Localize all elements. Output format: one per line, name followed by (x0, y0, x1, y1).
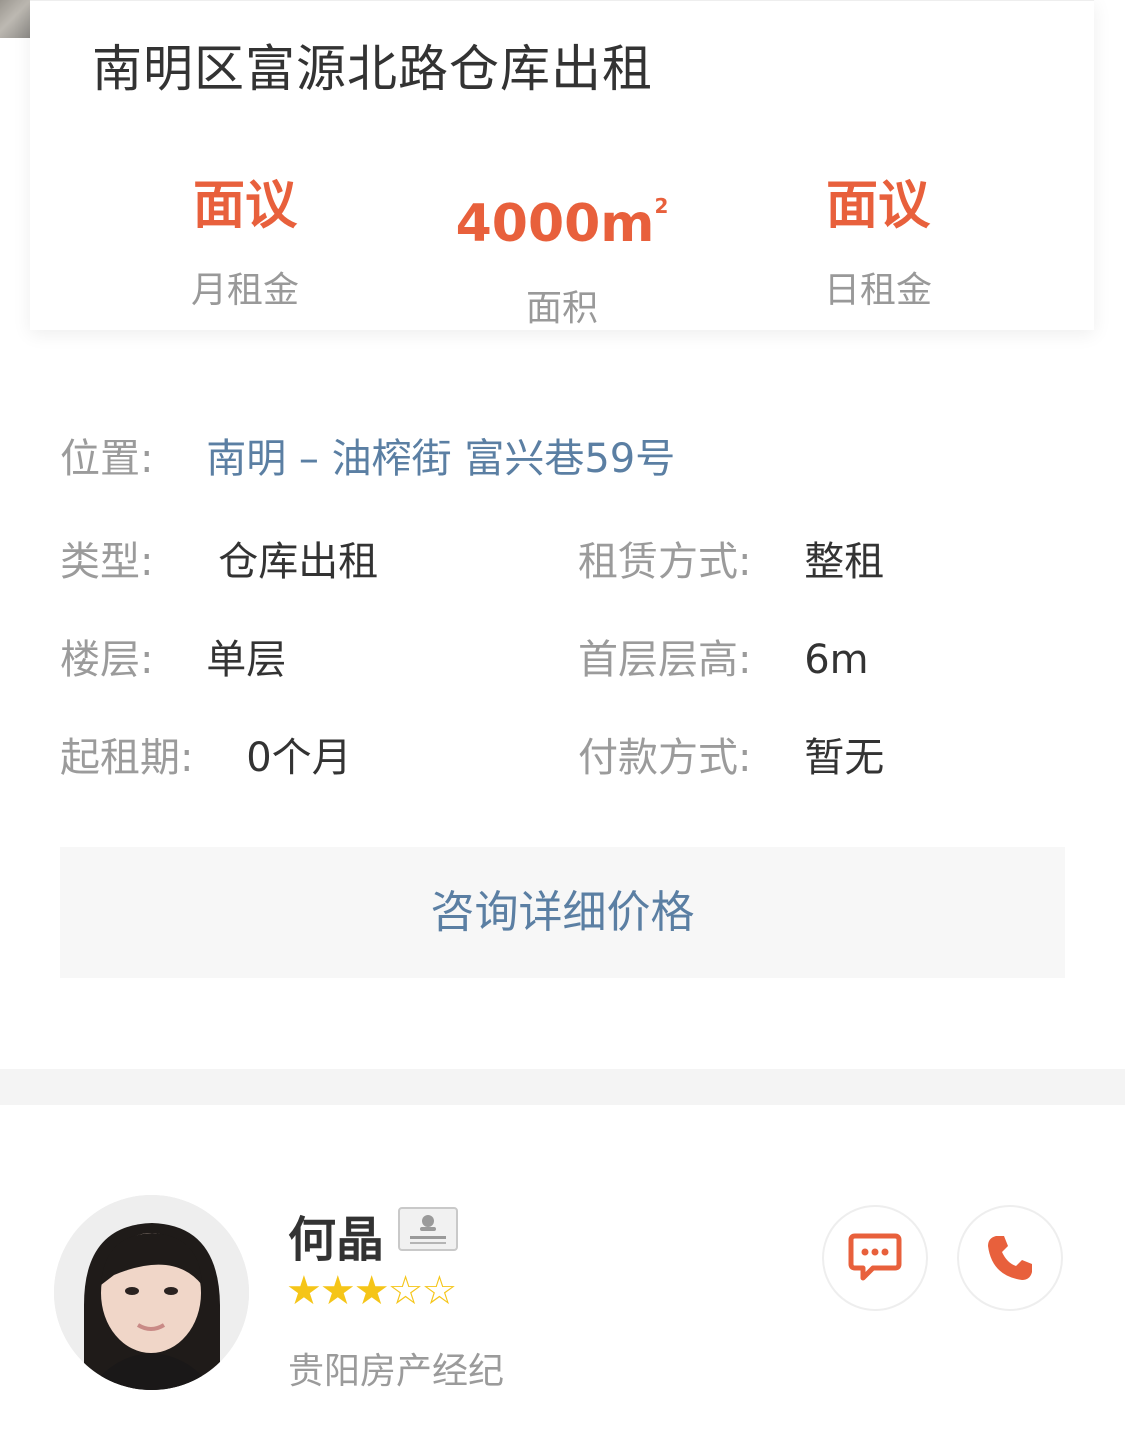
lease-value: 整租 (804, 539, 885, 585)
chat-button[interactable] (822, 1205, 928, 1311)
area-superscript: 2 (654, 194, 669, 218)
payment-value: 暂无 (804, 735, 885, 781)
min-period-row: 起租期: 0个月 (60, 733, 352, 783)
call-button[interactable] (957, 1205, 1063, 1311)
star-empty-icon: ☆ (421, 1268, 457, 1314)
floor-value: 单层 (206, 637, 287, 683)
height-label: 首层层高: (578, 637, 752, 683)
star-filled-icon: ★ (286, 1268, 322, 1314)
stat-daily-rent: 面议 日租金 (713, 171, 1043, 313)
daily-rent-label: 日租金 (823, 270, 932, 311)
lease-label: 租赁方式: (578, 539, 752, 585)
id-card-icon (398, 1207, 458, 1251)
star-empty-icon: ☆ (387, 1268, 424, 1314)
avatar-portrait (54, 1195, 249, 1390)
height-row: 首层层高: 6m (578, 635, 869, 685)
floor-row: 楼层: 单层 (60, 635, 286, 685)
listing-title: 南明区富源北路仓库出租 (92, 40, 653, 98)
agent-title: 贵阳房产经纪 (288, 1351, 505, 1392)
lease-row: 租赁方式: 整租 (578, 537, 884, 587)
agent-avatar[interactable] (54, 1195, 249, 1390)
phone-icon (988, 1236, 1032, 1280)
stat-monthly-rent: 面议 月租金 (80, 171, 410, 313)
location-link[interactable]: 南明 – 油榨街 富兴巷59号 (206, 436, 675, 482)
star-filled-icon: ★ (353, 1268, 390, 1314)
monthly-rent-value: 面议 (192, 176, 297, 236)
daily-rent-value: 面议 (825, 176, 930, 236)
consult-price-button[interactable]: 咨询详细价格 (60, 847, 1065, 978)
section-divider (0, 1069, 1125, 1105)
area-value: 4000m2 (397, 171, 727, 259)
floor-label: 楼层: (60, 637, 154, 683)
area-label: 面积 (525, 288, 598, 329)
payment-row: 付款方式: 暂无 (578, 733, 884, 783)
type-row: 类型: 仓库出租 (60, 537, 378, 587)
height-value: 6m (804, 637, 869, 683)
stat-area: 4000m2 面积 (397, 171, 727, 331)
location-label: 位置: (60, 436, 154, 482)
area-number: 4000m (455, 194, 655, 254)
chat-icon (848, 1233, 902, 1281)
monthly-rent-label: 月租金 (190, 270, 299, 311)
min-period-label: 起租期: (60, 735, 194, 781)
thumbnail-fragment (0, 0, 30, 38)
agent-name[interactable]: 何晶 (288, 1200, 384, 1270)
agent-rating: ★★★☆☆ (286, 1268, 457, 1314)
type-label: 类型: (60, 539, 154, 585)
type-value: 仓库出租 (218, 539, 379, 585)
payment-label: 付款方式: (578, 735, 752, 781)
location-row: 位置: 南明 – 油榨街 富兴巷59号 (60, 434, 675, 484)
min-period-value: 0个月 (246, 735, 352, 781)
star-filled-icon: ★ (319, 1268, 356, 1314)
summary-card: 南明区富源北路仓库出租 面议 月租金 4000m2 面积 面议 日租金 (30, 0, 1094, 330)
